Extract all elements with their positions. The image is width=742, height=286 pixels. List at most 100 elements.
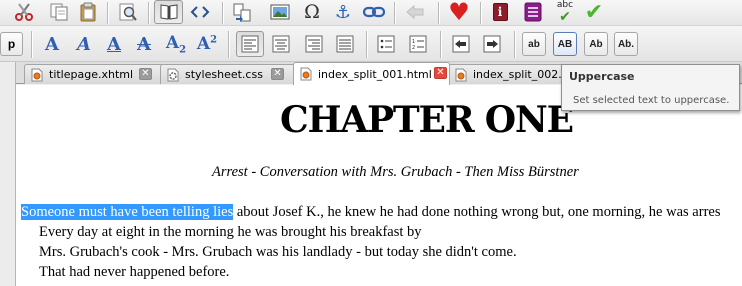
strikethrough-icon: A bbox=[137, 33, 151, 55]
book-view-button[interactable] bbox=[154, 0, 183, 24]
chapter-subtitle: Arrest - Conversation with Mrs. Grubach … bbox=[212, 164, 579, 180]
insert-id-button[interactable]: ⚓ bbox=[331, 1, 355, 23]
code-icon bbox=[190, 6, 210, 18]
align-right-icon bbox=[305, 35, 323, 53]
split-icon bbox=[233, 3, 251, 22]
find-replace-button[interactable] bbox=[115, 1, 141, 23]
align-center-icon bbox=[272, 35, 290, 53]
copy-button[interactable] bbox=[47, 1, 71, 23]
left-arrow-icon bbox=[406, 4, 424, 20]
italic-button[interactable]: A bbox=[72, 32, 96, 56]
chapter-title: CHAPTER ONE bbox=[280, 99, 574, 141]
underline-icon: A bbox=[107, 33, 121, 55]
insert-special-char-button[interactable]: Ω bbox=[300, 1, 324, 23]
uppercase-icon: AB bbox=[557, 38, 573, 50]
paragraph-1-text: about Josef K., he knew he had done noth… bbox=[233, 204, 721, 220]
uppercase-button[interactable]: AB bbox=[553, 32, 577, 56]
italic-icon: A bbox=[77, 33, 91, 55]
decrease-indent-button[interactable] bbox=[447, 31, 475, 57]
heading-style-select[interactable]: p bbox=[0, 32, 23, 56]
bold-icon: A bbox=[45, 33, 59, 55]
info-icon: i bbox=[492, 3, 508, 21]
paste-icon bbox=[80, 2, 96, 22]
split-chapter-button[interactable] bbox=[230, 1, 254, 23]
subscript-icon: A2 bbox=[165, 32, 187, 56]
image-icon bbox=[270, 4, 290, 20]
tab-label: titlepage.xhtml bbox=[49, 68, 134, 81]
strikethrough-button[interactable]: A bbox=[132, 32, 156, 56]
spellcheck-button[interactable]: abc ✔ bbox=[552, 0, 578, 24]
subscript-button[interactable]: A2 bbox=[163, 32, 189, 56]
paragraph-4: That had never happened before. bbox=[39, 264, 230, 280]
paragraph-2: Every day at eight in the morning he was… bbox=[39, 224, 422, 240]
heading-style-value: p bbox=[7, 37, 16, 51]
insert-link-button[interactable] bbox=[361, 1, 387, 23]
align-right-button[interactable] bbox=[300, 31, 328, 57]
go-back-button[interactable] bbox=[402, 1, 428, 23]
uppercase-tooltip: Uppercase Set selected text to uppercase… bbox=[561, 64, 740, 111]
omega-icon: Ω bbox=[304, 1, 320, 23]
tab-stylesheet[interactable]: stylesheet.css ✕ bbox=[160, 64, 300, 84]
xhtml-file-icon bbox=[455, 68, 467, 81]
book-view-document[interactable]: CHAPTER ONE Arrest - Conversation with M… bbox=[16, 85, 742, 286]
decrease-indent-icon bbox=[452, 35, 470, 53]
numbered-list-button[interactable]: 1 2 bbox=[404, 31, 432, 57]
selected-text: Someone must have been telling lies bbox=[21, 204, 234, 220]
paragraph-1: Someone must have been telling lies abou… bbox=[21, 204, 720, 221]
align-left-button[interactable] bbox=[236, 31, 264, 57]
anchor-icon: ⚓ bbox=[334, 1, 352, 23]
magnifier-icon bbox=[119, 3, 137, 21]
align-center-button[interactable] bbox=[267, 31, 295, 57]
svg-text:2: 2 bbox=[412, 45, 415, 51]
align-justify-button[interactable] bbox=[331, 31, 359, 57]
align-left-icon bbox=[241, 35, 259, 53]
toc-icon bbox=[524, 2, 542, 22]
titlecase-button[interactable]: Ab bbox=[584, 32, 608, 56]
xhtml-file-icon bbox=[300, 67, 312, 81]
increase-indent-icon bbox=[483, 35, 501, 53]
tab-label: index_split_002.h bbox=[473, 68, 569, 81]
capitalize-icon: Ab. bbox=[617, 38, 635, 50]
bullet-list-button[interactable] bbox=[372, 31, 400, 57]
tab-titlepage[interactable]: titlepage.xhtml ✕ bbox=[24, 64, 164, 84]
main-toolbar: Ω ⚓ ♥ i abc ✔ ✔ bbox=[0, 0, 742, 26]
copy-icon bbox=[50, 3, 68, 21]
tab-index-split-001[interactable]: index_split_001.html ✕ bbox=[293, 62, 450, 85]
code-view-button[interactable] bbox=[187, 1, 213, 23]
tooltip-title: Uppercase bbox=[569, 70, 635, 83]
validate-button[interactable]: ✔ bbox=[581, 0, 607, 25]
checkmark-icon: ✔ bbox=[584, 0, 604, 25]
scissors-icon bbox=[15, 3, 33, 21]
paragraph-3: Mrs. Grubach's cook - Mrs. Grubach was h… bbox=[39, 244, 517, 260]
lowercase-icon: ab bbox=[528, 38, 540, 50]
link-icon bbox=[363, 6, 385, 18]
format-toolbar: p A A A A A2 A2 1 2 ab AB Ab Ab. bbox=[0, 26, 742, 62]
bold-button[interactable]: A bbox=[40, 32, 64, 56]
table-of-contents-button[interactable] bbox=[521, 1, 545, 23]
paste-button[interactable] bbox=[76, 1, 100, 23]
titlecase-icon: Ab bbox=[589, 38, 603, 50]
metadata-editor-button[interactable]: i bbox=[488, 1, 512, 23]
close-icon[interactable]: ✕ bbox=[271, 68, 284, 80]
xhtml-file-icon bbox=[31, 68, 43, 81]
insert-image-button[interactable] bbox=[268, 1, 292, 23]
cut-button[interactable] bbox=[12, 1, 36, 23]
capitalize-button[interactable]: Ab. bbox=[614, 32, 638, 56]
close-icon[interactable]: ✕ bbox=[434, 67, 447, 79]
css-file-icon bbox=[167, 68, 179, 81]
heart-icon: ♥ bbox=[448, 0, 470, 26]
lowercase-button[interactable]: ab bbox=[522, 32, 546, 56]
tab-label: index_split_001.html bbox=[318, 67, 432, 81]
tab-index-split-002[interactable]: index_split_002.h bbox=[448, 64, 578, 84]
increase-indent-button[interactable] bbox=[478, 31, 506, 57]
tooltip-description: Set selected text to uppercase. bbox=[573, 95, 730, 106]
book-icon bbox=[160, 4, 177, 20]
donate-button[interactable]: ♥ bbox=[446, 0, 472, 24]
align-justify-icon bbox=[336, 35, 354, 53]
bullet-list-icon bbox=[377, 35, 395, 53]
left-dock-strip bbox=[0, 62, 16, 286]
close-icon[interactable]: ✕ bbox=[139, 68, 152, 80]
superscript-button[interactable]: A2 bbox=[194, 32, 220, 56]
numbered-list-icon: 1 2 bbox=[409, 35, 427, 53]
underline-button[interactable]: A bbox=[102, 32, 126, 56]
